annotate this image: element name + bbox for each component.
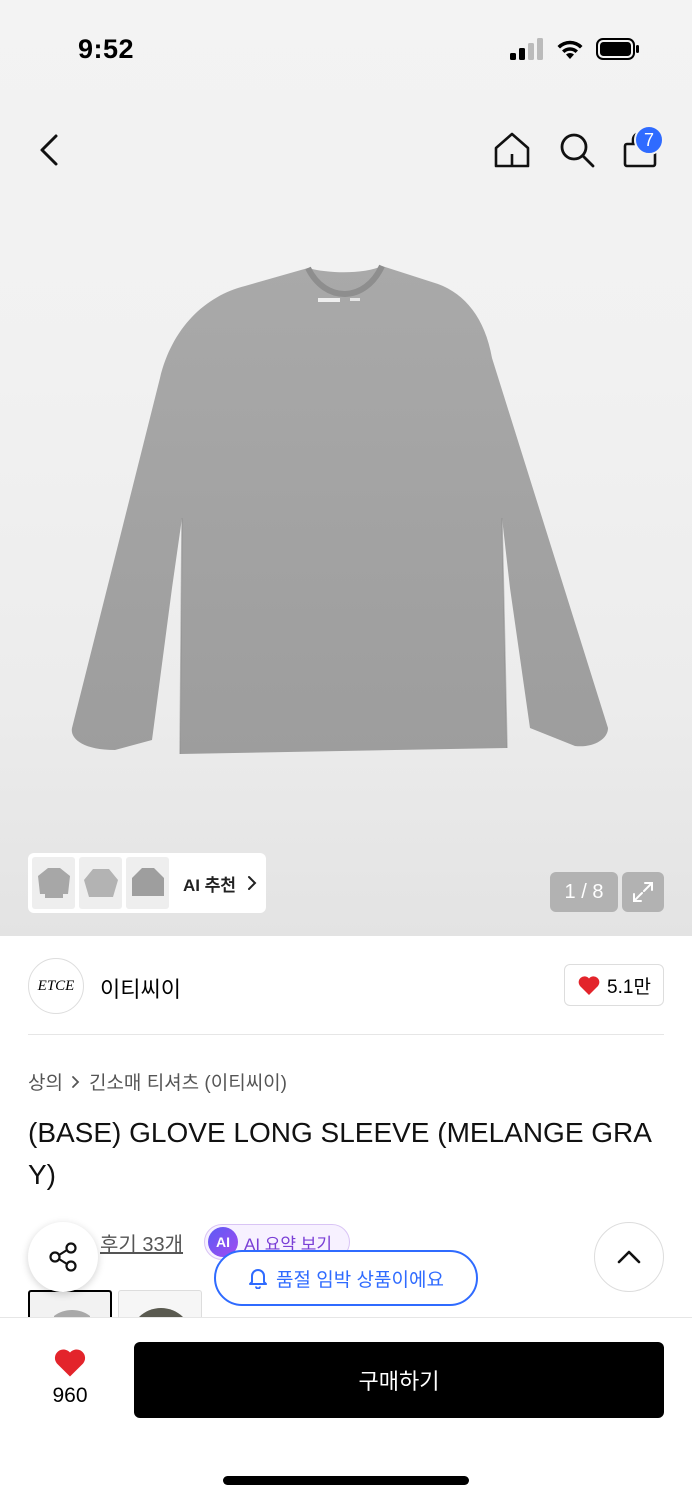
low-stock-label: 품절 임박 상품이에요 bbox=[276, 1269, 444, 1291]
chevron-right-icon bbox=[72, 1075, 80, 1088]
breadcrumb: 상의 긴소매 티셔츠 (이티씨이) bbox=[28, 1068, 287, 1095]
buy-button[interactable]: 구매하기 bbox=[134, 1342, 664, 1418]
ai-recommend-thumb[interactable] bbox=[126, 857, 169, 909]
ai-recommend-thumb[interactable] bbox=[32, 857, 75, 909]
low-stock-toast[interactable]: 품절 임박 상품이에요 bbox=[214, 1250, 478, 1306]
review-link[interactable]: 후기 33개 bbox=[100, 1228, 183, 1257]
product-image[interactable] bbox=[60, 258, 620, 768]
tshirt-thumbnail-icon bbox=[131, 868, 164, 896]
expand-image-button[interactable] bbox=[622, 872, 664, 912]
tshirt-thumbnail-icon bbox=[37, 868, 70, 898]
search-icon[interactable] bbox=[555, 128, 599, 172]
heart-icon bbox=[578, 976, 600, 995]
home-icon[interactable] bbox=[490, 128, 534, 172]
brand-row: ETCE 이티씨이 5.1만 bbox=[28, 956, 664, 1016]
cart-count-badge: 7 bbox=[634, 125, 664, 155]
purchase-bar: 960 구매하기 bbox=[0, 1318, 692, 1500]
brand-logo[interactable]: ETCE bbox=[28, 958, 84, 1014]
tshirt-thumbnail-icon bbox=[83, 869, 118, 897]
ai-recommend-label: AI 추천 bbox=[183, 875, 237, 895]
share-button[interactable] bbox=[28, 1222, 98, 1292]
breadcrumb-item-top[interactable]: 상의 bbox=[28, 1068, 63, 1095]
chevron-up-icon bbox=[617, 1250, 641, 1264]
status-time: 9:52 bbox=[78, 34, 135, 64]
top-nav bbox=[0, 118, 692, 182]
share-icon bbox=[49, 1242, 77, 1272]
wishlist-count: 960 bbox=[52, 1384, 88, 1407]
battery-icon bbox=[596, 38, 639, 60]
divider bbox=[28, 1034, 664, 1035]
cellular-signal-icon bbox=[510, 38, 543, 60]
image-page-counter: 1 / 8 bbox=[550, 872, 618, 912]
chevron-right-icon bbox=[248, 876, 257, 890]
brand-like-button[interactable]: 5.1만 bbox=[564, 964, 664, 1006]
expand-icon bbox=[633, 882, 653, 902]
wishlist-button[interactable]: 960 bbox=[28, 1346, 112, 1436]
status-icons bbox=[510, 38, 640, 60]
ai-recommend-strip[interactable]: AI 추천 bbox=[28, 853, 266, 913]
breadcrumb-item-category[interactable]: 긴소매 티셔츠 (이티씨이) bbox=[89, 1068, 287, 1095]
home-indicator bbox=[223, 1476, 469, 1485]
scroll-to-top-button[interactable] bbox=[594, 1222, 664, 1292]
back-icon[interactable] bbox=[30, 128, 70, 172]
ai-recommend-thumb[interactable] bbox=[79, 857, 122, 909]
product-gallery[interactable]: 9:52 7 AI 추천 1 / 8 bbox=[0, 0, 692, 936]
brand-name[interactable]: 이티씨이 bbox=[100, 972, 181, 1004]
brand-like-count: 5.1만 bbox=[607, 976, 651, 998]
product-title: (BASE) GLOVE LONG SLEEVE (MELANGE GRAY) bbox=[28, 1117, 652, 1190]
heart-icon bbox=[54, 1349, 86, 1377]
status-bar: 9:52 bbox=[0, 0, 692, 100]
wifi-icon bbox=[557, 40, 583, 59]
bell-icon bbox=[249, 1269, 268, 1289]
